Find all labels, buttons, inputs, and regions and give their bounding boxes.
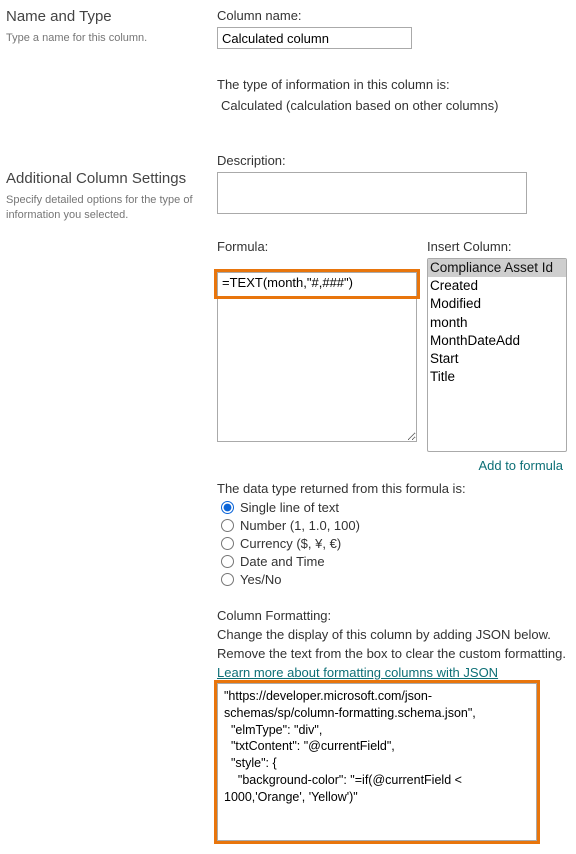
column-formatting-line2: Remove the text from the box to clear th…	[217, 646, 567, 663]
radio-label: Currency ($, ¥, €)	[240, 536, 341, 551]
column-formatting-json-textarea[interactable]: "https://developer.microsoft.com/json-sc…	[217, 683, 537, 841]
list-item[interactable]: Compliance Asset Id	[428, 259, 566, 277]
list-item[interactable]: Modified	[428, 295, 566, 313]
insert-column-label: Insert Column:	[427, 239, 567, 254]
radio-label: Yes/No	[240, 572, 281, 587]
return-type-label: The data type returned from this formula…	[217, 481, 567, 496]
radio-input[interactable]	[221, 519, 234, 532]
column-name-label: Column name:	[217, 8, 567, 23]
radio-label: Number (1, 1.0, 100)	[240, 518, 360, 533]
section-name-type-heading: Name and Type	[6, 8, 211, 25]
type-info-label: The type of information in this column i…	[217, 77, 567, 92]
radio-input[interactable]	[221, 573, 234, 586]
list-item[interactable]: Start	[428, 350, 566, 368]
list-item[interactable]: Created	[428, 277, 566, 295]
column-formatting-line1: Change the display of this column by add…	[217, 627, 567, 644]
formula-label: Formula:	[217, 239, 417, 254]
column-name-input[interactable]	[217, 27, 412, 49]
radio-currency[interactable]: Currency ($, ¥, €)	[221, 536, 567, 551]
list-item[interactable]: Title	[428, 368, 566, 386]
insert-column-list[interactable]: Compliance Asset Id Created Modified mon…	[427, 258, 567, 452]
radio-input[interactable]	[221, 555, 234, 568]
type-info-value: Calculated (calculation based on other c…	[221, 98, 567, 113]
radio-input[interactable]	[221, 537, 234, 550]
add-to-formula-link[interactable]: Add to formula	[478, 458, 563, 473]
section-additional-help: Specify detailed options for the type of…	[6, 193, 211, 223]
radio-single-line-text[interactable]: Single line of text	[221, 500, 567, 515]
learn-more-json-link[interactable]: Learn more about formatting columns with…	[217, 665, 498, 680]
list-item[interactable]: MonthDateAdd	[428, 332, 566, 350]
radio-yes-no[interactable]: Yes/No	[221, 572, 567, 587]
section-additional-heading: Additional Column Settings	[6, 170, 211, 187]
radio-label: Date and Time	[240, 554, 325, 569]
radio-input[interactable]	[221, 501, 234, 514]
radio-label: Single line of text	[240, 500, 339, 515]
section-name-type-help: Type a name for this column.	[6, 31, 211, 46]
formula-textarea[interactable]: =TEXT(month,"#,###")	[217, 272, 417, 442]
list-item[interactable]: month	[428, 314, 566, 332]
radio-date-time[interactable]: Date and Time	[221, 554, 567, 569]
description-textarea[interactable]	[217, 172, 527, 214]
description-label: Description:	[217, 153, 567, 168]
column-formatting-heading: Column Formatting:	[217, 608, 567, 623]
radio-number[interactable]: Number (1, 1.0, 100)	[221, 518, 567, 533]
